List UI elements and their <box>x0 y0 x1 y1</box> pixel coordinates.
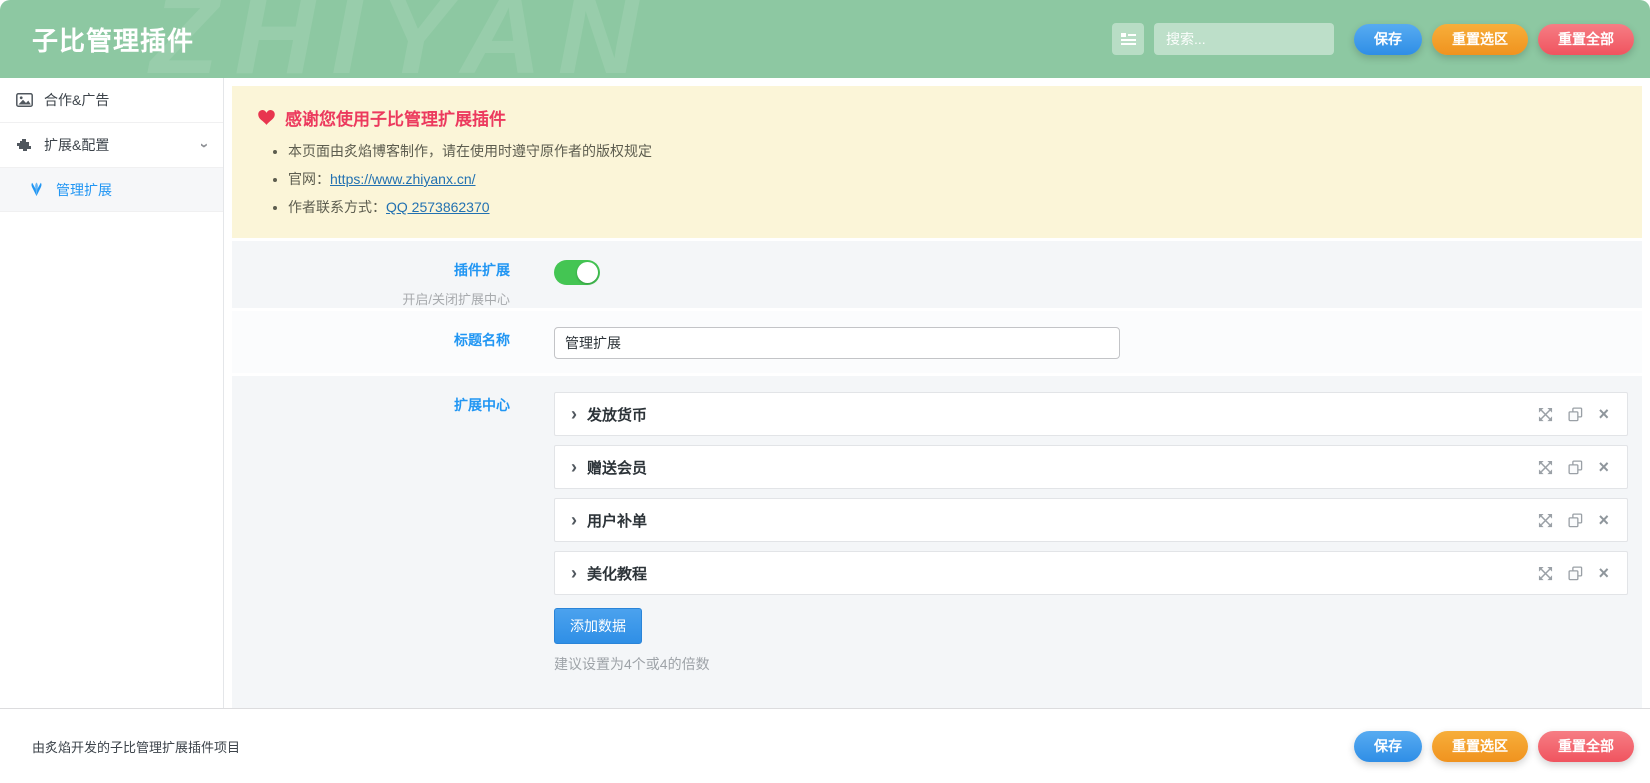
qq-contact-link[interactable]: QQ 2573862370 <box>386 199 490 215</box>
footer-reset-selection-button[interactable]: 重置选区 <box>1432 731 1528 762</box>
notice-line-website: 官网：https://www.zhiyanx.cn/ <box>288 170 1616 189</box>
chevron-right-icon: › <box>571 458 577 476</box>
list-icon <box>1120 32 1137 46</box>
field-description-plugin-extension: 开启/关闭扩展中心 <box>232 289 510 308</box>
accordion-item-title: 用户补单 <box>587 510 647 531</box>
save-button[interactable]: 保存 <box>1354 24 1422 55</box>
sidebar-item-manage-extensions[interactable]: 管理扩展 <box>0 168 223 212</box>
form-row-plugin-extension: 插件扩展 开启/关闭扩展中心 <box>232 241 1642 308</box>
sidebar-item-label: 扩展&配置 <box>44 135 109 155</box>
arrows-expand-icon <box>1538 566 1553 581</box>
sidebar-item-cooperation-ads[interactable]: 合作&广告 <box>0 78 223 123</box>
notice-title-text: 感谢您使用子比管理扩展插件 <box>285 105 506 130</box>
footer-toolbar: 保存 重置选区 重置全部 <box>1344 731 1634 762</box>
sidebar-item-label: 管理扩展 <box>56 180 112 200</box>
arrows-expand-icon <box>1538 460 1553 475</box>
expand-button[interactable] <box>1536 511 1555 530</box>
accordion-item-title: 发放货币 <box>587 404 647 425</box>
notice-list: 本页面由炙焰博客制作，请在使用时遵守原作者的版权规定 官网：https://ww… <box>272 142 1616 217</box>
notice-box: 感谢您使用子比管理扩展插件 本页面由炙焰博客制作，请在使用时遵守原作者的版权规定… <box>232 86 1642 238</box>
expand-button[interactable] <box>1536 405 1555 424</box>
clone-button[interactable] <box>1566 511 1585 530</box>
header-watermark: ZHIYAN <box>150 0 655 78</box>
clone-button[interactable] <box>1566 564 1585 583</box>
chevron-down-icon: › <box>196 143 213 148</box>
accordion-item-title: 美化教程 <box>587 563 647 584</box>
chevron-right-icon: › <box>571 564 577 582</box>
footer: 由炙焰开发的子比管理扩展插件项目 保存 重置选区 重置全部 <box>0 708 1650 783</box>
main-content: 感谢您使用子比管理扩展插件 本页面由炙焰博客制作，请在使用时遵守原作者的版权规定… <box>224 78 1650 708</box>
footer-text: 由炙焰开发的子比管理扩展插件项目 <box>32 737 240 756</box>
header-toolbar: 保存 重置选区 重置全部 <box>1112 23 1634 55</box>
sidebar-item-extensions-config[interactable]: 扩展&配置 › <box>0 123 223 168</box>
accordion-item-currency[interactable]: › 发放货币 <box>554 392 1628 436</box>
form-row-extension-center: 扩展中心 › 发放货币 <box>232 376 1642 708</box>
image-icon <box>16 93 34 107</box>
accordion-actions: × <box>1536 562 1611 584</box>
arrows-expand-icon <box>1538 513 1553 528</box>
chevron-right-icon: › <box>571 405 577 423</box>
search-input[interactable] <box>1154 23 1334 55</box>
expand-button[interactable] <box>1536 564 1555 583</box>
app-window: ZHIYAN 子比管理插件 保存 重置选区 重置全部 <box>0 0 1650 783</box>
copy-icon <box>1568 513 1583 528</box>
extension-icon <box>28 182 46 197</box>
close-icon[interactable]: × <box>1596 562 1611 584</box>
puzzle-icon <box>16 138 34 153</box>
copy-icon <box>1568 407 1583 422</box>
notice-line-copyright: 本页面由炙焰博客制作，请在使用时遵守原作者的版权规定 <box>288 142 1616 161</box>
chevron-right-icon: › <box>571 511 577 529</box>
reset-all-button[interactable]: 重置全部 <box>1538 24 1634 55</box>
extension-center-hint: 建议设置为4个或4的倍数 <box>554 654 1628 674</box>
clone-button[interactable] <box>1566 458 1585 477</box>
notice-title: 感谢您使用子比管理扩展插件 <box>258 105 1616 130</box>
reset-selection-button[interactable]: 重置选区 <box>1432 24 1528 55</box>
official-site-link[interactable]: https://www.zhiyanx.cn/ <box>330 171 476 187</box>
field-label-extension-center: 扩展中心 <box>232 395 510 415</box>
copy-icon <box>1568 460 1583 475</box>
plugin-extension-toggle[interactable] <box>554 260 600 285</box>
arrows-expand-icon <box>1538 407 1553 422</box>
close-icon[interactable]: × <box>1596 509 1611 531</box>
accordion-item-title: 赠送会员 <box>587 457 647 478</box>
field-label-title-name: 标题名称 <box>232 330 510 350</box>
close-icon[interactable]: × <box>1596 456 1611 478</box>
accordion-item-user-reorder[interactable]: › 用户补单 <box>554 498 1628 542</box>
notice-line-contact: 作者联系方式：QQ 2573862370 <box>288 198 1616 217</box>
toggle-knob <box>577 262 598 283</box>
accordion-actions: × <box>1536 509 1611 531</box>
add-data-button[interactable]: 添加数据 <box>554 608 642 644</box>
footer-save-button[interactable]: 保存 <box>1354 731 1422 762</box>
form-row-title-name: 标题名称 <box>232 311 1642 373</box>
menu-toggle-button[interactable] <box>1112 23 1144 55</box>
copy-icon <box>1568 566 1583 581</box>
close-icon[interactable]: × <box>1596 403 1611 425</box>
sidebar: 合作&广告 扩展&配置 › 管理 <box>0 78 224 708</box>
title-name-input[interactable] <box>554 327 1120 359</box>
app-title: 子比管理插件 <box>32 21 194 58</box>
expand-button[interactable] <box>1536 458 1555 477</box>
clone-button[interactable] <box>1566 405 1585 424</box>
accordion-item-membership[interactable]: › 赠送会员 <box>554 445 1628 489</box>
accordion-actions: × <box>1536 456 1611 478</box>
sidebar-item-label: 合作&广告 <box>44 90 109 110</box>
accordion-item-beautify-tutorial[interactable]: › 美化教程 <box>554 551 1628 595</box>
heart-icon <box>258 110 275 125</box>
accordion-actions: × <box>1536 403 1611 425</box>
field-label-plugin-extension: 插件扩展 <box>232 260 510 280</box>
header: ZHIYAN 子比管理插件 保存 重置选区 重置全部 <box>0 0 1650 78</box>
footer-reset-all-button[interactable]: 重置全部 <box>1538 731 1634 762</box>
